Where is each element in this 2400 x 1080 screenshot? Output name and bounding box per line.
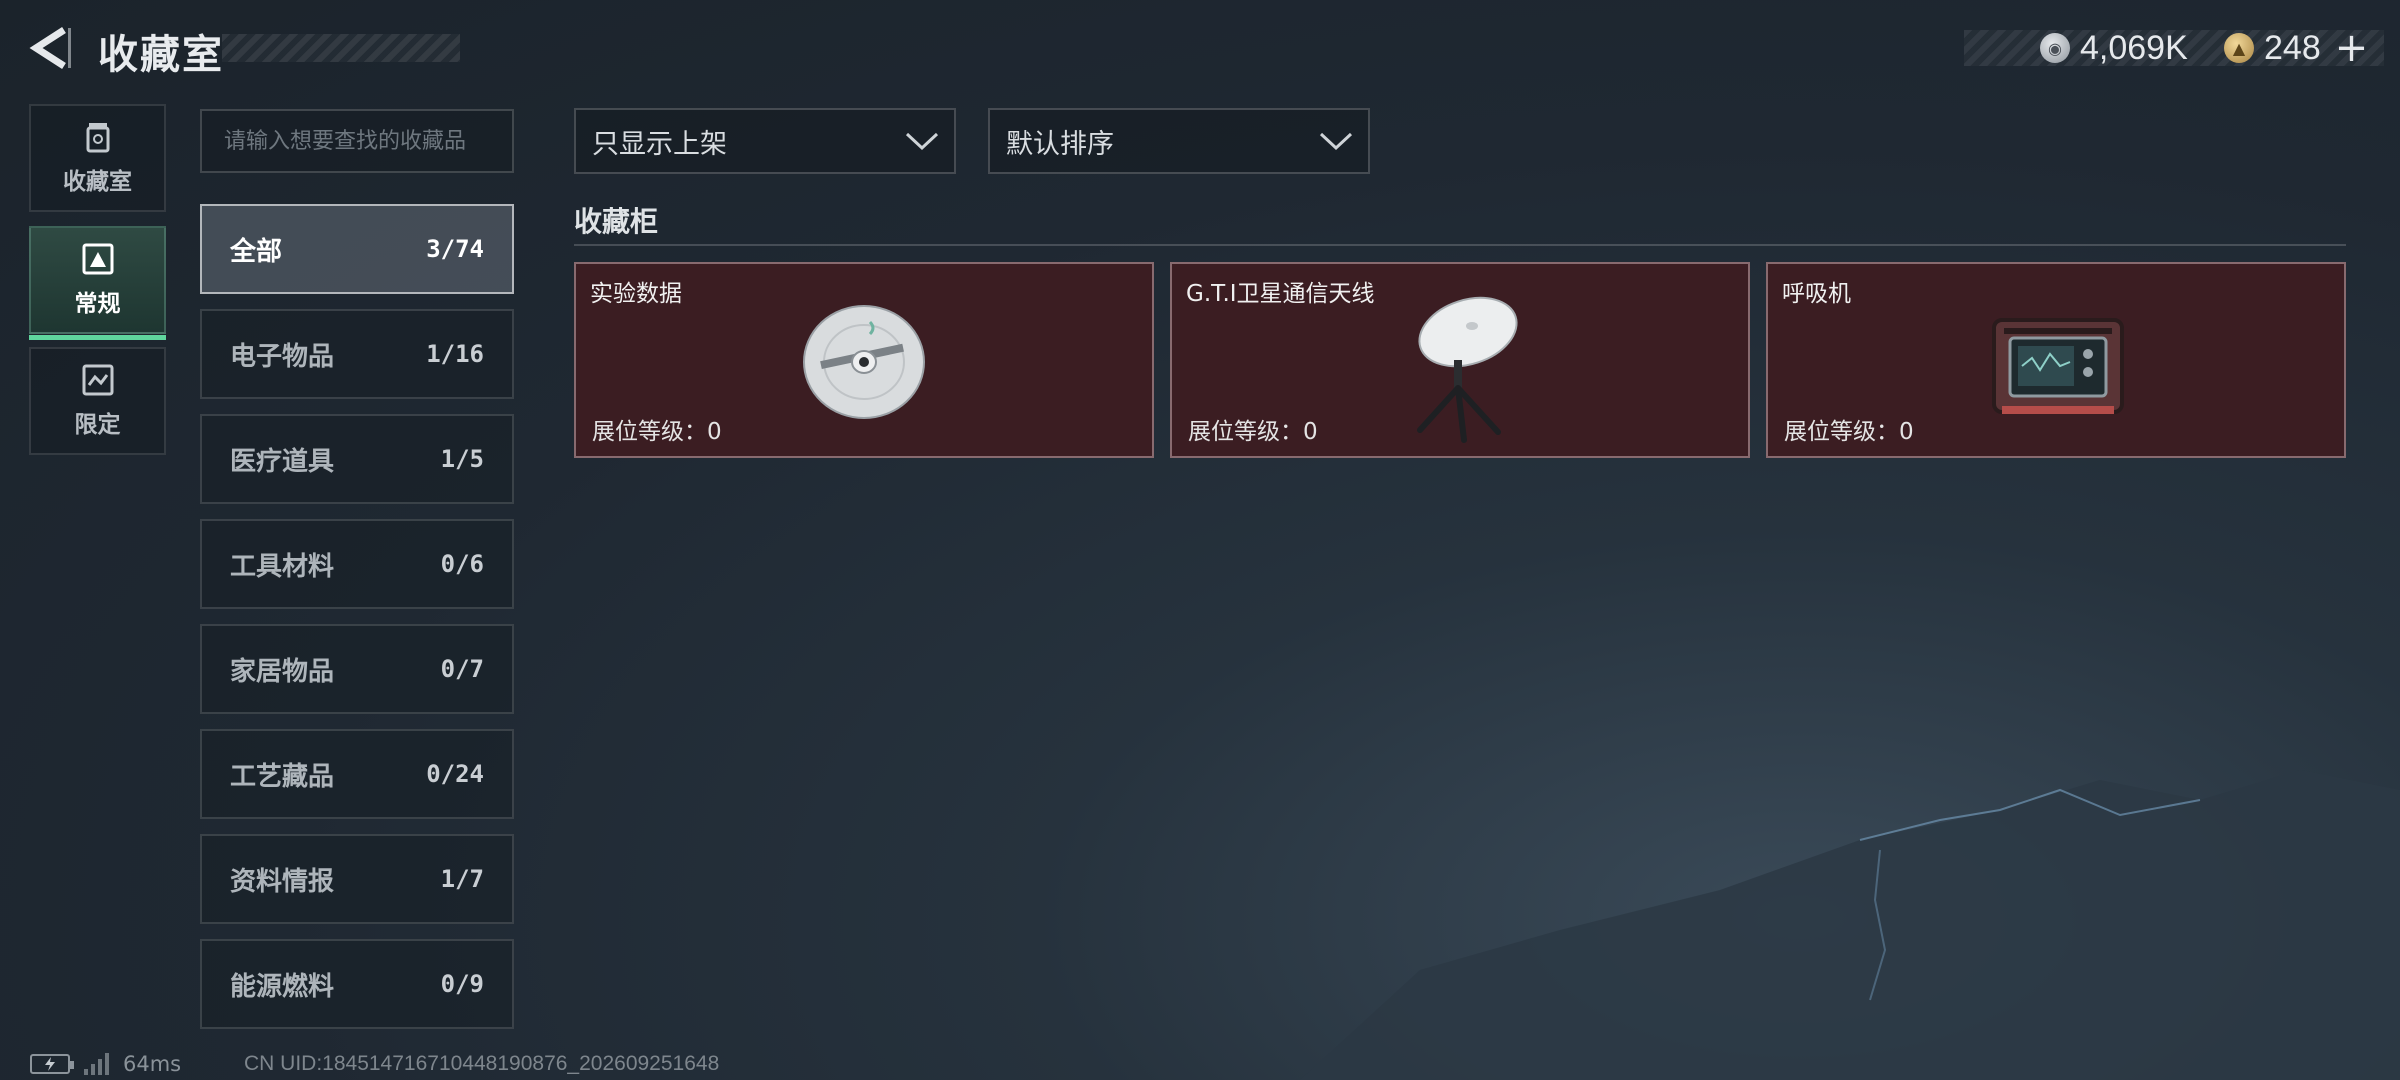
- page-title: 收藏室: [98, 32, 224, 78]
- user-uid: CN UID:184514716710448190876_20260925164…: [244, 1052, 720, 1075]
- back-arrow-icon[interactable]: [28, 24, 72, 72]
- rail-item-collection-room[interactable]: 收藏室: [29, 104, 166, 212]
- shelf-filter-dropdown[interactable]: 只显示上架: [574, 108, 956, 174]
- search-input[interactable]: [224, 128, 490, 154]
- data-disc-icon: [803, 305, 925, 419]
- item-name: 呼吸机: [1782, 281, 1851, 307]
- collection-room-icon: [86, 123, 109, 153]
- item-name: G.T.I卫星通信天线: [1186, 281, 1375, 307]
- category-name: 家居物品: [230, 656, 335, 687]
- add-currency-button[interactable]: +: [2335, 28, 2369, 68]
- limited-icon: [82, 364, 113, 396]
- rail-item-label: 限定: [74, 412, 121, 438]
- rail-item-regular[interactable]: 常规: [29, 226, 166, 340]
- category-household[interactable]: 家居物品 0/7: [200, 624, 514, 714]
- category-count: 0/6: [440, 550, 484, 578]
- category-all[interactable]: 全部 3/74: [200, 204, 514, 294]
- category-name: 能源燃料: [230, 971, 335, 1002]
- regular-icon: [82, 243, 113, 275]
- shelf-filter-value: 只显示上架: [592, 128, 727, 160]
- item-name: 实验数据: [590, 281, 682, 307]
- category-count: 3/74: [426, 235, 484, 263]
- top-bar: 收藏室 ◉ 4,069K ▲ 248 +: [0, 0, 2400, 100]
- category-name: 全部: [230, 236, 283, 267]
- collectible-card[interactable]: 呼吸机 展位等级：0: [1766, 262, 2346, 458]
- cabinet-title: 收藏柜: [574, 205, 659, 238]
- collectible-card[interactable]: G.T.I卫星通信天线 展位等级：0: [1170, 262, 1750, 458]
- category-count: 1/5: [440, 445, 484, 473]
- chevron-down-icon: [1319, 132, 1353, 151]
- silver-coin-icon: ◉: [2040, 33, 2070, 63]
- gold-currency-value: 248: [2264, 28, 2321, 67]
- sort-value: 默认排序: [1006, 128, 1114, 160]
- background-mountain: [1300, 770, 2400, 1080]
- collectible-card[interactable]: 实验数据 展位等级：0: [574, 262, 1154, 458]
- category-count: 1/16: [426, 340, 484, 368]
- category-count: 0/24: [426, 760, 484, 788]
- ventilator-icon: [1992, 318, 2124, 414]
- category-name: 资料情报: [230, 866, 335, 897]
- satellite-antenna-icon: [1417, 296, 1518, 443]
- title-decoration: [222, 34, 460, 62]
- category-energy[interactable]: 能源燃料 0/9: [200, 939, 514, 1029]
- section-divider: [574, 244, 2346, 246]
- gold-currency: ▲ 248 +: [2224, 26, 2368, 70]
- category-count: 0/7: [440, 655, 484, 683]
- status-bar: 64ms: [30, 1052, 181, 1076]
- category-count: 0/9: [440, 970, 484, 998]
- signal-strength-icon: [84, 1053, 109, 1075]
- rail-item-label: 收藏室: [63, 169, 132, 195]
- category-name: 工艺藏品: [230, 761, 335, 792]
- battery-icon: [30, 1054, 74, 1074]
- sort-dropdown[interactable]: 默认排序: [988, 108, 1370, 174]
- ping-value: 64ms: [123, 1052, 182, 1076]
- category-name: 医疗道具: [230, 446, 335, 477]
- booth-level: 展位等级：0: [1188, 419, 1318, 445]
- rail-item-label: 常规: [74, 291, 121, 317]
- category-tools[interactable]: 工具材料 0/6: [200, 519, 514, 609]
- category-medical[interactable]: 医疗道具 1/5: [200, 414, 514, 504]
- booth-level: 展位等级：0: [1784, 419, 1914, 445]
- search-box[interactable]: [200, 109, 514, 173]
- category-crafts[interactable]: 工艺藏品 0/24: [200, 729, 514, 819]
- gold-coin-icon: ▲: [2224, 33, 2254, 63]
- booth-level: 展位等级：0: [592, 419, 722, 445]
- category-intel[interactable]: 资料情报 1/7: [200, 834, 514, 924]
- category-name: 电子物品: [230, 341, 335, 372]
- category-count: 1/7: [440, 865, 484, 893]
- category-name: 工具材料: [230, 551, 335, 582]
- rail-item-limited[interactable]: 限定: [29, 347, 166, 455]
- chevron-down-icon: [905, 132, 939, 151]
- silver-currency-value: 4,069K: [2080, 28, 2188, 67]
- silver-currency: ◉ 4,069K: [2040, 26, 2188, 70]
- category-electronics[interactable]: 电子物品 1/16: [200, 309, 514, 399]
